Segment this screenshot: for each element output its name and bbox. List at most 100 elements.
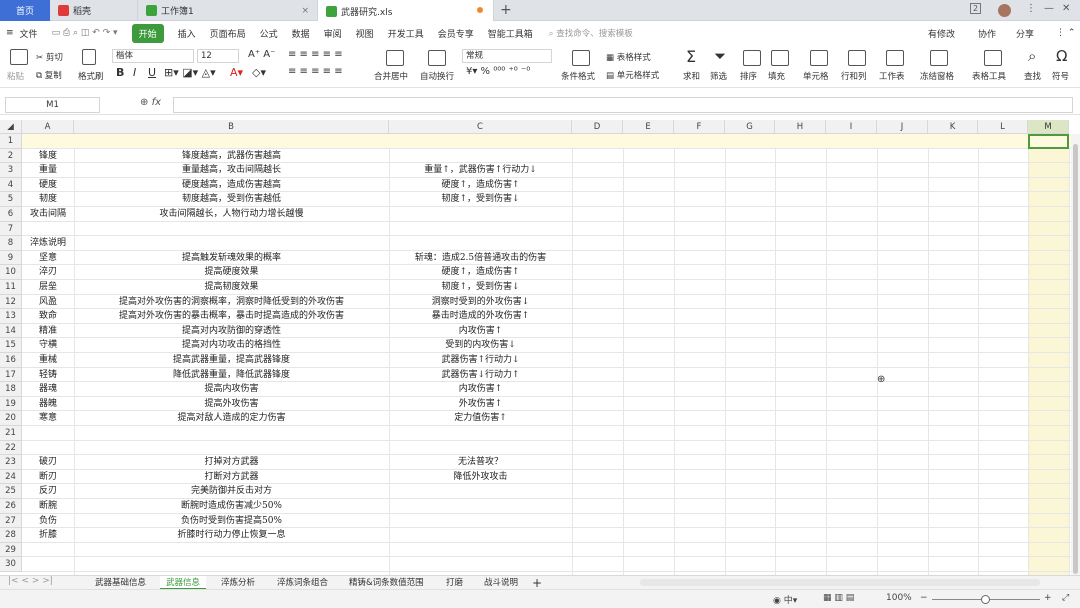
- cell-icon[interactable]: [810, 50, 828, 66]
- avatar[interactable]: [998, 4, 1011, 17]
- zoom-out-button[interactable]: −: [920, 593, 928, 603]
- cell-b[interactable]: [74, 557, 389, 572]
- formula-input[interactable]: [173, 97, 1073, 113]
- cell-b[interactable]: 断腕时造成伤害减少50%: [74, 499, 389, 514]
- conditional-format-button[interactable]: 条件格式: [561, 70, 595, 82]
- cell-a[interactable]: 守横: [22, 338, 74, 353]
- cell-c[interactable]: 武器伤害↑行动力↓: [389, 353, 572, 368]
- sheet-tab[interactable]: 打磨: [446, 576, 463, 590]
- zoom-slider-knob[interactable]: [981, 595, 990, 604]
- paste-button[interactable]: 粘贴: [7, 70, 24, 82]
- more-menu-icon[interactable]: ⋮ ⌃: [1056, 28, 1075, 38]
- cell-a[interactable]: 断腕: [22, 499, 74, 514]
- fill-icon[interactable]: [771, 50, 789, 66]
- column-header-h[interactable]: H: [775, 120, 826, 134]
- cell-b[interactable]: 硬度越高，造成伤害越高: [74, 178, 389, 193]
- new-tab-button[interactable]: +: [500, 2, 512, 18]
- cell-a[interactable]: [22, 543, 74, 558]
- paste-icon[interactable]: [10, 49, 28, 65]
- worksheet-button[interactable]: 工作表: [879, 70, 905, 82]
- cell-c[interactable]: 重量↑，武器伤害↑行动力↓: [389, 163, 572, 178]
- fit-icon[interactable]: ⤢: [1062, 593, 1069, 603]
- cell-a[interactable]: 淬炼说明: [22, 236, 74, 251]
- cell-b[interactable]: 提高对外攻伤害的洞察概率，洞察时降低受到的外攻伤害: [74, 295, 389, 310]
- row-header[interactable]: 20: [0, 411, 22, 426]
- cell-a[interactable]: 风盈: [22, 295, 74, 310]
- cell-a[interactable]: 重械: [22, 353, 74, 368]
- cell-a[interactable]: 致命: [22, 309, 74, 324]
- close-icon[interactable]: ×: [301, 6, 309, 16]
- cell-a[interactable]: 负伤: [22, 514, 74, 529]
- cell-b[interactable]: 提高触发斩魂效果的概率: [74, 251, 389, 266]
- font-size-select[interactable]: 12: [197, 49, 239, 63]
- row-header[interactable]: 4: [0, 177, 22, 193]
- cell-a[interactable]: 反刃: [22, 484, 74, 499]
- menu-start[interactable]: 开始: [131, 23, 164, 43]
- cell-b[interactable]: 重量越高，攻击间隔越长: [74, 163, 389, 178]
- cell-b[interactable]: 提高对敌人造成的定力伤害: [74, 411, 389, 426]
- cell-a[interactable]: 锋度: [22, 149, 74, 164]
- tab-weapon-research[interactable]: 武器研究.xls: [318, 0, 494, 22]
- column-header-k[interactable]: K: [928, 120, 978, 134]
- name-box[interactable]: M1: [5, 97, 100, 113]
- row-header[interactable]: 29: [0, 542, 22, 558]
- sheet-nav-icons[interactable]: |< < > >|: [8, 576, 53, 586]
- cell-b[interactable]: [74, 134, 389, 149]
- cell-b[interactable]: 打断对方武器: [74, 470, 389, 485]
- cell-b[interactable]: 折膝时行动力停止恢复一息: [74, 528, 389, 543]
- cell-c[interactable]: 洞察时受到的外攻伤害↓: [389, 295, 572, 310]
- row-header[interactable]: 15: [0, 338, 22, 353]
- row-header[interactable]: 12: [0, 294, 22, 310]
- row-header[interactable]: 27: [0, 513, 22, 529]
- cell-c[interactable]: [389, 426, 572, 441]
- row-header[interactable]: 8: [0, 236, 22, 251]
- vertical-scrollbar[interactable]: [1071, 134, 1080, 575]
- row-header[interactable]: 30: [0, 557, 22, 572]
- cell-c[interactable]: [389, 499, 572, 514]
- sheet-tab-active[interactable]: 武器信息: [160, 576, 207, 590]
- worksheet-icon[interactable]: [886, 50, 904, 66]
- cell-a[interactable]: [22, 426, 74, 441]
- number-format-select[interactable]: 常规: [462, 49, 552, 63]
- row-header[interactable]: 1: [0, 134, 22, 149]
- cell-c[interactable]: [389, 484, 572, 499]
- menu-review[interactable]: 审阅: [324, 27, 342, 40]
- command-search[interactable]: ⌕ 查找命令、搜索模板: [549, 27, 633, 39]
- cell-a[interactable]: [22, 441, 74, 456]
- cell-b[interactable]: 锋度越高，武器伤害越高: [74, 149, 389, 164]
- selected-cell-m1[interactable]: [1028, 134, 1069, 149]
- cell-c[interactable]: [389, 543, 572, 558]
- cell-c[interactable]: 内攻伤害↑: [389, 382, 572, 397]
- add-sheet-button[interactable]: +: [532, 576, 542, 590]
- cell-c[interactable]: 斩魂：造成2.5倍普通攻击的伤害: [389, 251, 572, 266]
- cell-b[interactable]: 提高对内功攻击的格挡性: [74, 338, 389, 353]
- find-button[interactable]: 查找: [1024, 70, 1041, 82]
- row-header[interactable]: 28: [0, 528, 22, 543]
- row-header[interactable]: 23: [0, 455, 22, 470]
- cell-b[interactable]: 韧度越高，受到伤害越低: [74, 192, 389, 207]
- fill-button[interactable]: 填充: [768, 70, 785, 82]
- cell-c[interactable]: [389, 441, 572, 456]
- menu-dev-tools[interactable]: 开发工具: [388, 27, 424, 40]
- cell-a[interactable]: [22, 134, 74, 149]
- row-header[interactable]: 13: [0, 309, 22, 324]
- quick-access-icons[interactable]: ▭ ⎙ ⌕ ◫ ↶ ↷ ▾: [52, 28, 118, 38]
- row-header[interactable]: 18: [0, 382, 22, 397]
- format-painter-icon[interactable]: [82, 49, 96, 65]
- copy-button[interactable]: ⧉ 复制: [36, 69, 62, 81]
- sheet-tab[interactable]: 淬炼分析: [221, 576, 255, 590]
- cell-b[interactable]: 提高武器重量，提高武器锋度: [74, 353, 389, 368]
- cell-c[interactable]: [389, 207, 572, 222]
- cell-b[interactable]: 打掉对方武器: [74, 455, 389, 470]
- tab-home[interactable]: 首页: [0, 0, 50, 21]
- cell-a[interactable]: 重量: [22, 163, 74, 178]
- cell-button[interactable]: 单元格: [803, 70, 829, 82]
- tab-workbook1[interactable]: 工作簿1 ×: [138, 0, 318, 21]
- column-header-l[interactable]: L: [978, 120, 1028, 134]
- column-header-a[interactable]: A: [22, 120, 74, 134]
- cell-a[interactable]: 器魄: [22, 397, 74, 412]
- cell-c[interactable]: [389, 528, 572, 543]
- cell-b[interactable]: [74, 543, 389, 558]
- filter-button[interactable]: 筛选: [710, 70, 727, 82]
- cell-c[interactable]: [389, 236, 572, 251]
